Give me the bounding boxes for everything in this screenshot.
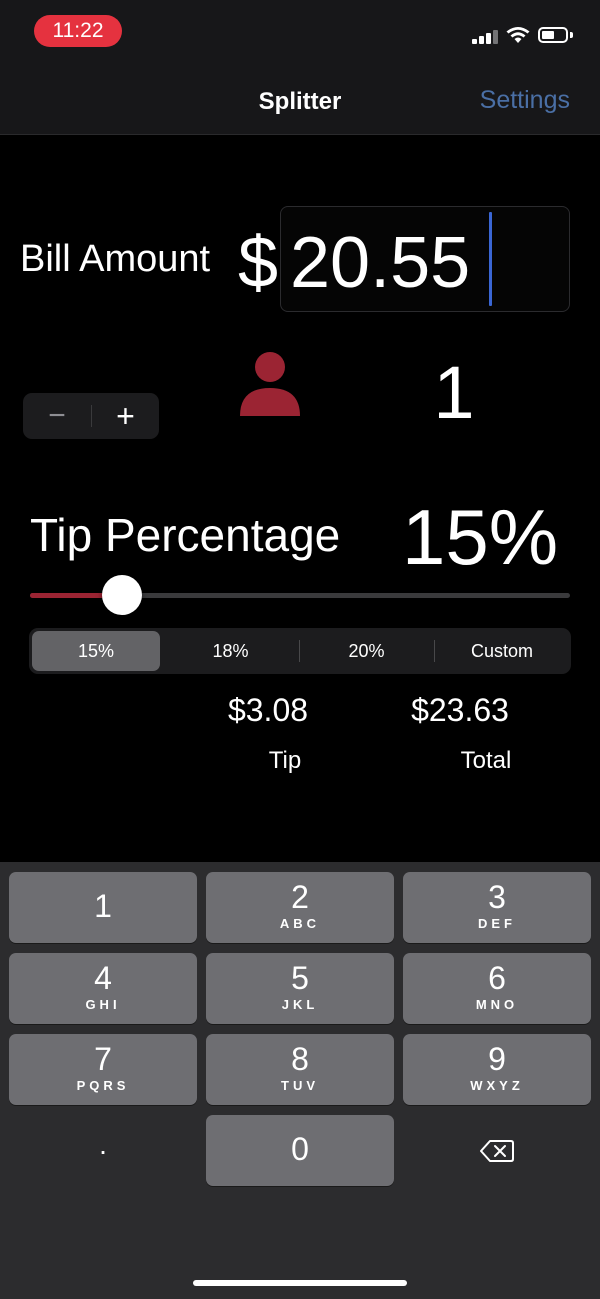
key-8[interactable]: 8 TUV bbox=[206, 1034, 394, 1105]
key-0[interactable]: 0 bbox=[206, 1115, 394, 1186]
tip-percentage-label: Tip Percentage bbox=[30, 509, 341, 561]
key-letters: GHI bbox=[85, 997, 121, 1012]
key-digit: 4 bbox=[94, 960, 112, 996]
bill-amount-label: Bill Amount bbox=[20, 238, 211, 280]
total-caption: Total bbox=[460, 747, 512, 774]
decrement-button[interactable]: − bbox=[23, 393, 91, 439]
key-digit: 0 bbox=[291, 1131, 309, 1167]
numeric-keypad: 1 2 ABC 3 DEF 4 GHI 5 JKL 6 MNO 7 PQRS 8… bbox=[0, 862, 600, 1299]
tip-option-custom[interactable]: Custom bbox=[436, 631, 568, 671]
battery-icon bbox=[538, 27, 568, 43]
key-digit: 7 bbox=[94, 1041, 112, 1077]
key-backspace[interactable] bbox=[403, 1115, 591, 1186]
key-digit: 5 bbox=[291, 960, 309, 996]
segment-divider bbox=[434, 640, 435, 662]
segment-divider bbox=[299, 640, 300, 662]
tip-preset-selector: 15% 18% 20% Custom bbox=[29, 628, 571, 674]
key-4[interactable]: 4 GHI bbox=[9, 953, 197, 1024]
party-count: 1 bbox=[433, 351, 475, 434]
key-1[interactable]: 1 bbox=[9, 872, 197, 943]
key-digit: 3 bbox=[488, 879, 506, 915]
key-letters: DEF bbox=[478, 916, 516, 931]
key-9[interactable]: 9 WXYZ bbox=[403, 1034, 591, 1105]
tip-option-18[interactable]: 18% bbox=[164, 631, 297, 671]
key-letters: WXYZ bbox=[470, 1078, 524, 1093]
key-decimal[interactable]: . bbox=[9, 1115, 197, 1186]
backspace-icon bbox=[480, 1140, 514, 1162]
wifi-icon bbox=[506, 27, 530, 43]
bill-amount-value[interactable]: 20.55 bbox=[290, 222, 470, 304]
key-7[interactable]: 7 PQRS bbox=[9, 1034, 197, 1105]
person-icon bbox=[240, 352, 300, 416]
currency-symbol: $ bbox=[238, 223, 279, 303]
tip-slider-thumb[interactable] bbox=[101, 575, 142, 615]
tip-amount: $3.08 bbox=[227, 692, 309, 728]
key-digit: 8 bbox=[291, 1041, 309, 1077]
key-3[interactable]: 3 DEF bbox=[403, 872, 591, 943]
cellular-signal-icon bbox=[472, 30, 500, 44]
key-6[interactable]: 6 MNO bbox=[403, 953, 591, 1024]
key-digit: 6 bbox=[488, 960, 506, 996]
key-digit: 2 bbox=[291, 879, 309, 915]
key-letters: ABC bbox=[279, 916, 321, 931]
battery-tip bbox=[570, 32, 573, 38]
tip-percentage-value: 15% bbox=[402, 493, 559, 581]
increment-button[interactable]: + bbox=[92, 393, 159, 439]
home-indicator bbox=[193, 1280, 407, 1286]
key-digit: . bbox=[99, 1129, 107, 1160]
key-letters: JKL bbox=[281, 997, 319, 1012]
key-2[interactable]: 2 ABC bbox=[206, 872, 394, 943]
key-letters: TUV bbox=[281, 1078, 319, 1093]
total-amount: $23.63 bbox=[411, 692, 509, 728]
tip-option-15[interactable]: 15% bbox=[32, 631, 160, 671]
key-letters: PQRS bbox=[76, 1078, 130, 1093]
status-time: 11:22 bbox=[34, 15, 122, 47]
tip-caption: Tip bbox=[268, 747, 302, 774]
tip-option-20[interactable]: 20% bbox=[301, 631, 432, 671]
key-digit: 9 bbox=[488, 1041, 506, 1077]
key-digit: 1 bbox=[94, 888, 112, 924]
settings-button[interactable]: Settings bbox=[480, 86, 570, 115]
key-5[interactable]: 5 JKL bbox=[206, 953, 394, 1024]
text-cursor bbox=[489, 212, 492, 306]
party-size-stepper[interactable]: − + bbox=[23, 393, 159, 439]
key-letters: MNO bbox=[475, 997, 519, 1012]
